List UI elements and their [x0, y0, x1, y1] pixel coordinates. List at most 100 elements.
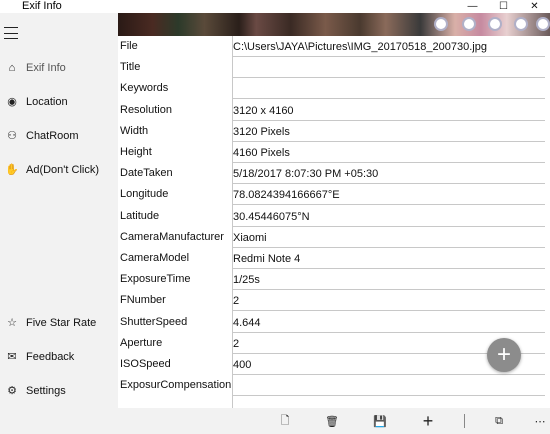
close-button[interactable]: ✕	[519, 0, 550, 13]
property-value-field[interactable]: 30.45446075°N	[232, 206, 545, 227]
sidebar-item-location[interactable]: ◉ Location	[0, 89, 118, 115]
property-value: 400	[233, 359, 252, 371]
property-value-field[interactable]	[232, 396, 545, 408]
property-label: CameraManufacturer	[120, 230, 224, 243]
property-label: Height	[120, 146, 152, 158]
photo-detail	[538, 19, 548, 29]
property-value-field[interactable]	[232, 375, 545, 397]
table-row: DateTaken 5/18/2017 8:07:30 PM +05:30	[118, 163, 550, 185]
property-value-field[interactable]	[232, 78, 545, 100]
property-value: 5/18/2017 8:07:30 PM +05:30	[233, 168, 379, 181]
property-label: Title	[120, 61, 141, 74]
new-file-icon[interactable]: 🗋	[277, 413, 293, 429]
title-bar: Exif Info — ☐ ✕	[0, 0, 550, 13]
property-label: ShutterSpeed	[120, 315, 188, 328]
sidebar-item-chatroom[interactable]: ⚇ ChatRoom	[0, 123, 118, 149]
table-row: Height 4160 Pixels	[118, 142, 550, 163]
property-value-field[interactable]: C:\Users\JAYA\Pictures\IMG_20170518_2007…	[232, 36, 545, 57]
sidebar-item-ad[interactable]: ✋ Ad(Don't Click)	[0, 157, 118, 183]
property-value: 2	[233, 337, 240, 350]
sidebar-item-label: Settings	[26, 385, 66, 397]
command-separator	[464, 414, 465, 428]
property-value-field[interactable]: 3120 Pixels	[232, 121, 545, 142]
sidebar-item-five-star-rate[interactable]: ☆ Five Star Rate	[0, 310, 118, 336]
property-label: DateTaken	[120, 167, 173, 180]
add-icon: +	[496, 341, 511, 368]
home-icon: ⌂	[8, 62, 16, 74]
save-icon[interactable]: 💾	[372, 413, 388, 429]
table-row: Resolution 3120 x 4160	[118, 100, 550, 121]
property-value: 4160 Pixels	[233, 147, 290, 159]
property-label: Aperture	[120, 336, 163, 349]
property-label: ExposurCompensation	[120, 379, 232, 392]
table-row: Longitude 78.0824394166667°E	[118, 184, 550, 206]
sidebar-item-label: Exif Info	[26, 62, 66, 74]
property-value-field[interactable]	[232, 57, 545, 79]
property-label: File	[120, 40, 138, 52]
minimize-button[interactable]: —	[457, 0, 488, 13]
table-row: CameraManufacturer Xiaomi	[118, 227, 550, 248]
people-icon: ⚇	[7, 130, 17, 142]
table-row: Aperture 2	[118, 333, 550, 354]
table-row: Keywords	[118, 78, 550, 100]
property-value: 3120 x 4160	[233, 104, 294, 117]
window-controls: — ☐ ✕	[457, 0, 550, 13]
photo-preview	[118, 13, 550, 36]
property-label: Latitude	[120, 209, 160, 222]
add-icon[interactable]: +	[420, 411, 436, 431]
photo-detail	[516, 19, 526, 29]
table-row: CameraModel Redmi Note 4	[118, 248, 550, 269]
property-value: C:\Users\JAYA\Pictures\IMG_20170518_2007…	[233, 41, 487, 53]
property-value: 4.644	[233, 316, 261, 329]
property-value-field[interactable]: 4160 Pixels	[232, 142, 545, 163]
mail-icon: ✉	[7, 351, 17, 363]
property-value-field[interactable]: 2	[232, 290, 545, 312]
property-label: ExposureTime	[120, 273, 191, 286]
table-row: ShutterSpeed 4.644	[118, 312, 550, 333]
property-label: Resolution	[120, 103, 172, 116]
dislike-icon: ✋	[5, 164, 19, 176]
photo-detail	[464, 19, 474, 29]
property-label: Width	[120, 124, 149, 137]
property-value: Redmi Note 4	[233, 253, 301, 265]
exif-properties-table: File C:\Users\JAYA\Pictures\IMG_20170518_…	[118, 36, 550, 408]
globe-icon: ◉	[7, 96, 17, 108]
sidebar-item-label: Five Star Rate	[26, 317, 97, 329]
sidebar-item-label: ChatRoom	[26, 130, 79, 142]
property-value-field[interactable]: Redmi Note 4	[232, 248, 545, 269]
table-row: ExposureTime 1/25s	[118, 269, 550, 291]
slideshow-icon[interactable]: ⧉	[491, 413, 507, 429]
sidebar: ⌂ Exif Info ◉ Location ⚇ ChatRoom ✋ Ad(D…	[0, 13, 118, 408]
property-value-field[interactable]: 3120 x 4160	[232, 100, 545, 121]
app-title: Exif Info	[22, 0, 62, 12]
property-value: 2	[233, 295, 240, 308]
gear-icon: ⚙	[7, 385, 17, 397]
table-row	[118, 396, 550, 408]
sidebar-item-label: Feedback	[26, 351, 75, 363]
sidebar-item-exif-info[interactable]: ⌂ Exif Info	[0, 55, 118, 81]
property-value-field[interactable]: 5/18/2017 8:07:30 PM +05:30	[232, 163, 545, 185]
property-value-field[interactable]: 4.644	[232, 312, 545, 333]
add-floating-button[interactable]: +	[487, 338, 521, 372]
command-bar: 🗋 🗑 💾 + ⧉ ⋯	[0, 408, 550, 434]
property-value: 78.0824394166667°E	[233, 189, 340, 202]
hamburger-icon[interactable]	[4, 27, 18, 39]
table-row: File C:\Users\JAYA\Pictures\IMG_20170518_…	[118, 36, 550, 57]
more-icon[interactable]: ⋯	[532, 413, 548, 429]
star-icon: ☆	[7, 317, 17, 329]
sidebar-item-label: Ad(Don't Click)	[26, 164, 100, 176]
property-label: Longitude	[120, 188, 169, 201]
property-value-field[interactable]: 78.0824394166667°E	[232, 184, 545, 206]
photo-detail	[490, 19, 500, 29]
property-value: 1/25s	[233, 274, 260, 287]
table-row: Latitude 30.45446075°N	[118, 206, 550, 227]
table-row: ExposurCompensation	[118, 375, 550, 397]
delete-icon[interactable]: 🗑	[324, 413, 340, 429]
sidebar-item-settings[interactable]: ⚙ Settings	[0, 378, 118, 404]
maximize-button[interactable]: ☐	[488, 0, 519, 13]
sidebar-item-feedback[interactable]: ✉ Feedback	[0, 344, 118, 370]
property-value: 3120 Pixels	[233, 125, 290, 138]
property-value-field[interactable]: Xiaomi	[232, 227, 545, 248]
property-value-field[interactable]: 1/25s	[232, 269, 545, 291]
table-row: ISOSpeed 400	[118, 354, 550, 375]
